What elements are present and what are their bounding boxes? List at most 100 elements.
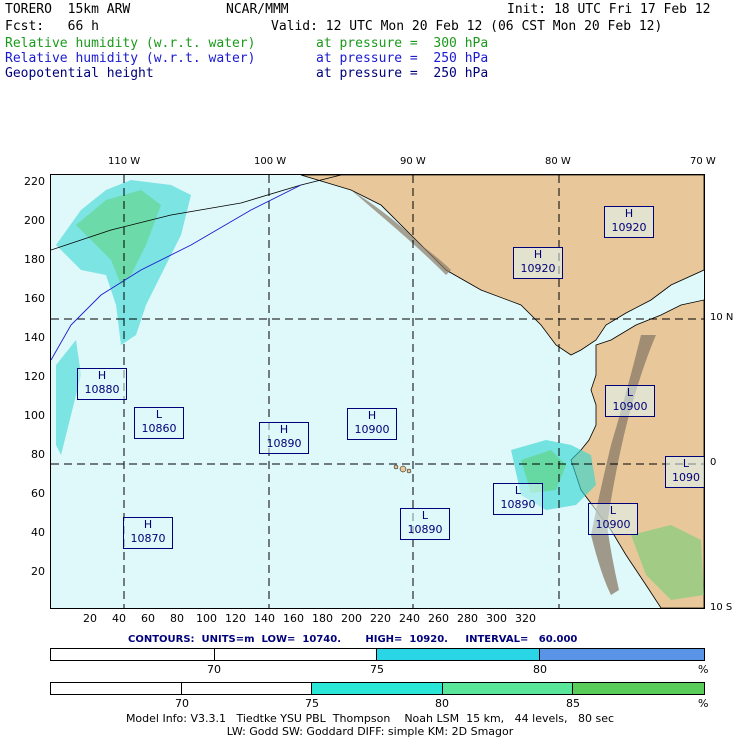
y-tick: 80 (31, 448, 45, 461)
x-tick: 60 (141, 612, 155, 625)
pressure-center-low: L 10890 (400, 508, 450, 540)
init-time: Init: 18 UTC Fri 17 Feb 12 (507, 2, 711, 17)
lon-label-70w: 70 W (690, 156, 716, 167)
center-value: 10890 (407, 523, 443, 536)
galapagos-islands (393, 464, 399, 470)
colorbar-tick: 70 (207, 663, 221, 676)
y-tick: 220 (24, 175, 45, 188)
x-tick: 20 (83, 612, 97, 625)
x-tick: 100 (196, 612, 217, 625)
forecast-hour: Fcst: 66 h (5, 19, 99, 34)
center-type: L (421, 509, 429, 522)
org-label: NCAR/MMM (226, 2, 289, 17)
colorbar-segment (573, 683, 704, 694)
field-3-level: at pressure = 250 hPa (316, 66, 489, 81)
y-tick: 60 (31, 487, 45, 500)
x-tick: 220 (370, 612, 391, 625)
y-tick: 20 (31, 565, 45, 578)
x-tick: 180 (312, 612, 333, 625)
center-value: 10880 (84, 383, 120, 396)
x-tick: 300 (486, 612, 507, 625)
field-2-name: Relative humidity (w.r.t. water) (5, 51, 256, 66)
lat-label-0: 0 (710, 457, 717, 468)
x-tick: 260 (428, 612, 449, 625)
center-value: 10870 (130, 532, 166, 545)
center-value: 10900 (354, 423, 390, 436)
x-tick: 120 (225, 612, 246, 625)
colorbar-rh-300 (50, 682, 705, 695)
colorbar-tick: 75 (305, 697, 319, 710)
center-value: 10920 (611, 221, 647, 234)
y-tick: 100 (24, 409, 45, 422)
x-tick: 200 (341, 612, 362, 625)
pressure-center-high: H 10880 (77, 368, 127, 400)
colorbar-segment (312, 683, 443, 694)
model-info-line2: LW: Godd SW: Goddard DIFF: simple KM: 2D… (226, 725, 514, 738)
pressure-center-low: L 10900 (605, 385, 655, 417)
colorbar-segment (540, 649, 704, 660)
y-tick: 40 (31, 526, 45, 539)
pressure-center-high: H 10870 (123, 517, 173, 549)
lon-label-90w: 90 W (400, 156, 426, 167)
map-panel: H 10920 H 10920 H 10880 L 10900 L 10860 … (50, 174, 705, 609)
lat-label-10n: 10 N (710, 312, 734, 323)
colorbar-unit: % (698, 663, 709, 676)
y-tick: 140 (24, 331, 45, 344)
x-tick: 80 (170, 612, 184, 625)
x-tick: 40 (112, 612, 126, 625)
colorbar-unit: % (698, 697, 709, 710)
y-tick: 200 (24, 214, 45, 227)
center-type: H (279, 423, 289, 436)
pressure-center-high: H 10920 (513, 247, 563, 279)
center-value: 10890 (500, 498, 536, 511)
x-tick: 140 (254, 612, 275, 625)
pressure-center-low: L 10900 (588, 503, 638, 535)
colorbar-segment (215, 649, 377, 660)
center-value: 10920 (520, 262, 556, 275)
pressure-center-high: H 10900 (347, 408, 397, 440)
center-type: L (609, 504, 617, 517)
lon-label-100w: 100 W (254, 156, 287, 167)
colorbar-segment (377, 649, 540, 660)
center-type: L (155, 408, 163, 421)
valid-time: Valid: 12 UTC Mon 20 Feb 12 (06 CST Mon … (271, 19, 663, 34)
galapagos-islands (399, 465, 407, 473)
colorbar-tick: 70 (175, 697, 189, 710)
colorbar-tick: 85 (566, 697, 580, 710)
y-tick: 160 (24, 292, 45, 305)
center-type: H (533, 248, 543, 261)
colorbar-tick: 80 (533, 663, 547, 676)
lon-label-110w: 110 W (108, 156, 141, 167)
colorbar-segment (51, 649, 215, 660)
field-1-name: Relative humidity (w.r.t. water) (5, 36, 256, 51)
colorbar-segment (443, 683, 573, 694)
pressure-center-high: H 10920 (604, 206, 654, 238)
center-type: H (624, 207, 634, 220)
y-tick: 180 (24, 253, 45, 266)
center-type: L (514, 484, 522, 497)
pressure-center-low: L 1090 (665, 456, 704, 488)
model-info-line1: Model Info: V3.3.1 Tiedtke YSU PBL Thomp… (125, 712, 615, 725)
y-tick: 120 (24, 370, 45, 383)
model-title: TORERO 15km ARW (5, 2, 131, 17)
pressure-center-low: L 10860 (134, 407, 184, 439)
center-value: 10900 (612, 400, 648, 413)
center-value: 10890 (266, 437, 302, 450)
rh-patch-peru (631, 525, 704, 600)
colorbar-rh-250 (50, 648, 705, 661)
x-tick: 160 (283, 612, 304, 625)
center-type: H (97, 369, 107, 382)
x-tick: 280 (457, 612, 478, 625)
colorbar-tick: 80 (435, 697, 449, 710)
pressure-center-high: H 10890 (259, 422, 309, 454)
center-type: L (626, 386, 634, 399)
center-type: L (682, 457, 690, 470)
center-value: 10860 (141, 422, 177, 435)
pressure-center-low: L 10890 (493, 483, 543, 515)
field-1-level: at pressure = 300 hPa (316, 36, 489, 51)
field-3-name: Geopotential height (5, 66, 154, 81)
contour-info: CONTOURS: UNITS=m LOW= 10740. HIGH= 1092… (128, 634, 578, 645)
center-value: 10900 (595, 518, 631, 531)
colorbar-segment (51, 683, 182, 694)
center-value: 1090 (672, 471, 700, 484)
